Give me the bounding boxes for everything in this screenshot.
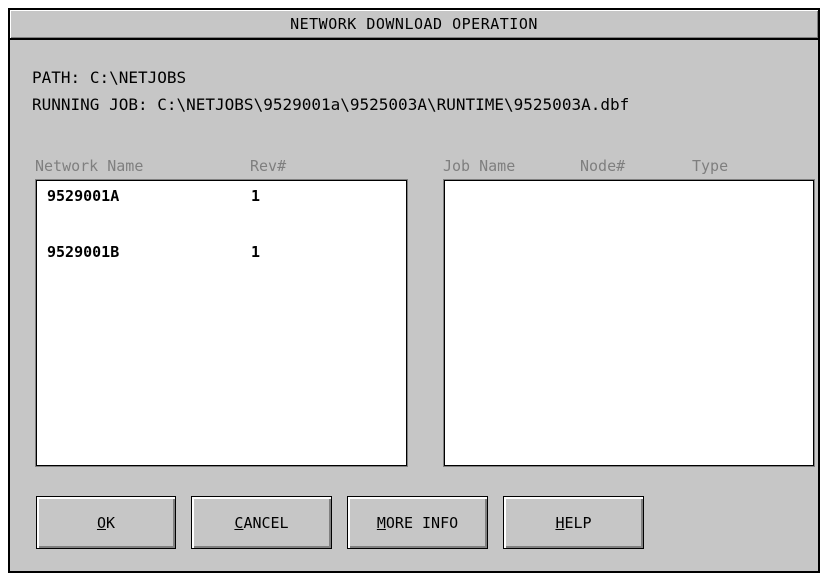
- list-item[interactable]: 9529001A 1: [37, 181, 406, 211]
- more-info-button[interactable]: M ORE INFO: [347, 496, 488, 549]
- path-label: PATH:: [32, 68, 81, 87]
- cancel-button[interactable]: C ANCEL: [191, 496, 332, 549]
- type-header: Type: [692, 157, 729, 175]
- network-download-dialog: NETWORK DOWNLOAD OPERATION PATH: C:\NETJ…: [8, 8, 820, 573]
- rev-cell: 1: [251, 187, 261, 205]
- running-job-value: C:\NETJOBS\9529001a\9525003A\RUNTIME\952…: [157, 95, 630, 114]
- path-value: C:\NETJOBS: [89, 68, 187, 87]
- network-name-cell: 9529001B: [47, 243, 120, 261]
- rev-cell: 1: [251, 243, 261, 261]
- network-listbox[interactable]: 9529001A 1 9529001B 1: [36, 180, 407, 466]
- running-job-label: RUNNING JOB:: [32, 95, 148, 114]
- help-button[interactable]: H ELP: [503, 496, 644, 549]
- network-name-header: Network Name: [35, 157, 144, 175]
- running-job-line: RUNNING JOB: C:\NETJOBS\9529001a\9525003…: [32, 95, 629, 114]
- job-listbox[interactable]: [444, 180, 814, 466]
- dialog-title: NETWORK DOWNLOAD OPERATION: [10, 10, 818, 40]
- list-item[interactable]: 9529001B 1: [37, 237, 406, 267]
- node-header: Node#: [580, 157, 626, 175]
- path-line: PATH: C:\NETJOBS: [32, 68, 186, 87]
- ok-button[interactable]: OK: [36, 496, 176, 549]
- network-name-cell: 9529001A: [47, 187, 120, 205]
- job-name-header: Job Name: [443, 157, 516, 175]
- rev-header: Rev#: [250, 157, 287, 175]
